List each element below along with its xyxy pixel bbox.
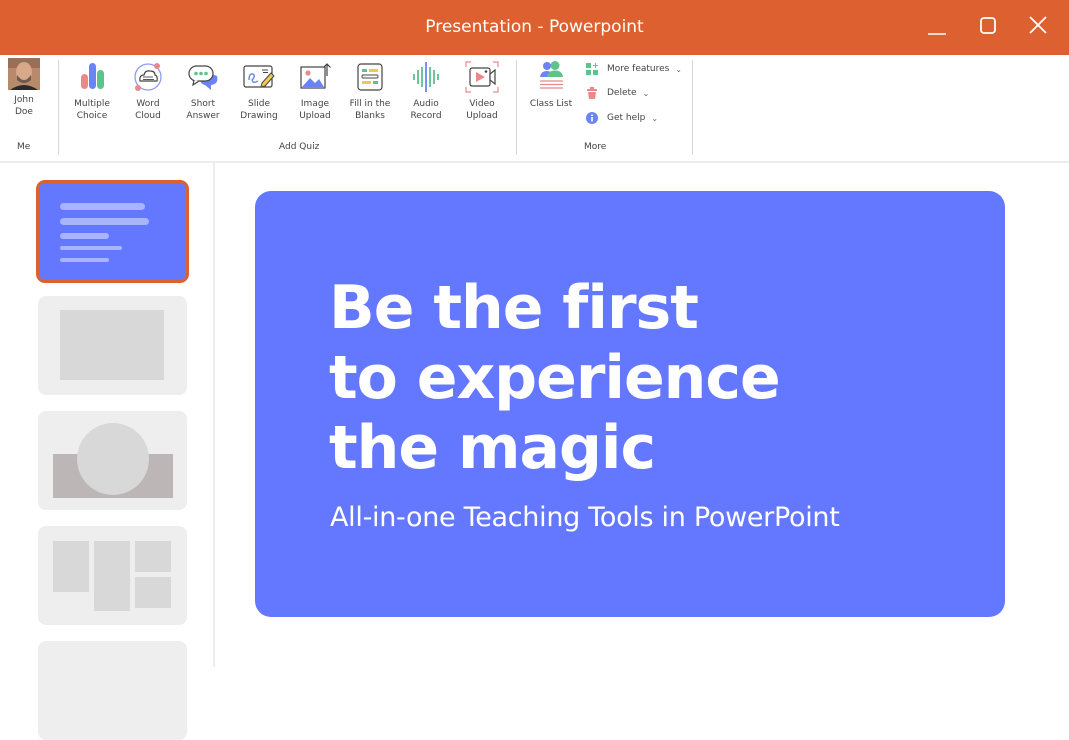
group-divider <box>692 60 693 155</box>
maximize-icon <box>980 17 996 34</box>
grid-plus-icon <box>586 63 598 75</box>
audio-record-button[interactable]: Audio Record <box>399 60 453 122</box>
video-upload-icon <box>465 61 499 93</box>
tool-label: Blanks <box>355 111 385 121</box>
image-upload-button[interactable]: Image Upload <box>288 60 342 122</box>
thumbnail-text-line <box>60 233 109 239</box>
group-label-me: Me <box>17 142 31 152</box>
thumbnail-text-line <box>60 258 109 262</box>
tool-label: Multiple <box>74 99 110 109</box>
window-title: Presentation - Powerpoint <box>425 17 644 37</box>
class-list-button[interactable]: Class List <box>524 60 578 110</box>
video-upload-button[interactable]: Video Upload <box>455 60 509 122</box>
thumbnail-image-placeholder <box>60 310 164 380</box>
slide-drawing-button[interactable]: Slide Drawing <box>232 60 286 122</box>
tool-label: Video <box>469 99 495 109</box>
audio-wave-icon <box>413 62 439 92</box>
minimize-icon <box>928 33 946 35</box>
get-help-button[interactable]: Get help ⌄ <box>586 110 658 126</box>
tool-label: Upload <box>466 111 498 121</box>
chevron-down-icon: ⌄ <box>675 64 683 74</box>
close-icon <box>1029 16 1047 34</box>
more-features-button[interactable]: More features ⌄ <box>586 61 682 77</box>
slide-thumbnail-5[interactable] <box>38 641 187 740</box>
user-last-name: Doe <box>15 107 33 117</box>
group-label-add-quiz: Add Quiz <box>279 142 320 152</box>
slide-subtitle[interactable]: All-in-one Teaching Tools in PowerPoint <box>330 502 840 533</box>
tool-label: Word <box>136 99 160 109</box>
tool-label: Class List <box>529 99 573 109</box>
slide-headline[interactable]: Be the first to experience the magic <box>329 273 781 483</box>
tool-label: Choice <box>76 111 108 121</box>
multiple-choice-button[interactable]: Multiple Choice <box>65 60 119 122</box>
title-bar: Presentation - Powerpoint <box>0 0 1069 55</box>
maximize-button[interactable] <box>972 12 1004 40</box>
slide-thumbnail-3[interactable] <box>38 411 187 510</box>
group-divider <box>516 60 517 155</box>
thumbnail-block-placeholder <box>135 577 171 608</box>
fill-in-the-blanks-button[interactable]: Fill in the Blanks <box>343 60 397 122</box>
get-help-label: Get help <box>607 113 646 123</box>
thumbnail-text-line <box>60 203 145 210</box>
tool-label: Short <box>190 99 216 109</box>
headline-line: to experience <box>329 343 781 413</box>
tool-label: Drawing <box>240 111 278 121</box>
tool-label: Fill in the <box>349 99 391 109</box>
slide-thumbnail-4[interactable] <box>38 526 187 625</box>
user-profile[interactable]: John Doe <box>6 58 42 118</box>
delete-button[interactable]: Delete ⌄ <box>586 85 649 101</box>
headline-line: Be the first <box>329 273 699 343</box>
slide-thumbnail-panel <box>0 163 215 740</box>
tool-label: Upload <box>299 111 331 121</box>
slide-editor-canvas: Be the first to experience the magic All… <box>217 163 1069 667</box>
ribbon: John Doe Me Multiple Choice Word Cloud S… <box>0 55 1069 163</box>
fill-blanks-icon <box>357 63 383 91</box>
trash-icon <box>587 87 597 99</box>
slide-thumbnail-2[interactable] <box>38 296 187 395</box>
image-upload-icon <box>300 63 331 89</box>
tool-label: Cloud <box>135 111 161 121</box>
group-label-more: More <box>584 142 607 152</box>
tool-label: Record <box>410 111 442 121</box>
thumbnail-block-placeholder <box>135 541 171 572</box>
thumbnail-block-placeholder <box>53 541 89 592</box>
close-button[interactable] <box>1022 12 1054 40</box>
user-first-name: John <box>14 95 34 105</box>
minimize-button[interactable] <box>921 12 953 40</box>
avatar <box>8 58 40 90</box>
delete-label: Delete <box>607 88 637 98</box>
word-cloud-icon <box>134 63 162 91</box>
info-icon <box>586 112 598 124</box>
speech-bubble-icon <box>188 65 218 90</box>
thumbnail-circle-placeholder <box>77 423 149 495</box>
thumbnail-block-placeholder <box>94 541 130 611</box>
slide-thumbnail-1[interactable] <box>36 180 189 283</box>
thumbnail-text-line <box>60 218 149 225</box>
bar-chart-icon <box>81 63 104 89</box>
tool-label: Answer <box>186 111 220 121</box>
short-answer-button[interactable]: Short Answer <box>176 60 230 122</box>
current-slide[interactable]: Be the first to experience the magic All… <box>255 191 1005 617</box>
class-list-icon <box>540 61 563 89</box>
tool-label: Image <box>300 99 330 109</box>
thumbnail-text-line <box>60 246 122 250</box>
slide-drawing-icon <box>243 65 275 88</box>
group-divider <box>58 60 59 155</box>
chevron-down-icon: ⌄ <box>642 88 650 98</box>
headline-line: the magic <box>329 413 656 483</box>
tool-label: Audio <box>413 99 439 109</box>
chevron-down-icon: ⌄ <box>651 113 659 123</box>
more-features-label: More features <box>607 64 670 74</box>
tool-label: Slide <box>248 99 270 109</box>
word-cloud-button[interactable]: Word Cloud <box>121 60 175 122</box>
